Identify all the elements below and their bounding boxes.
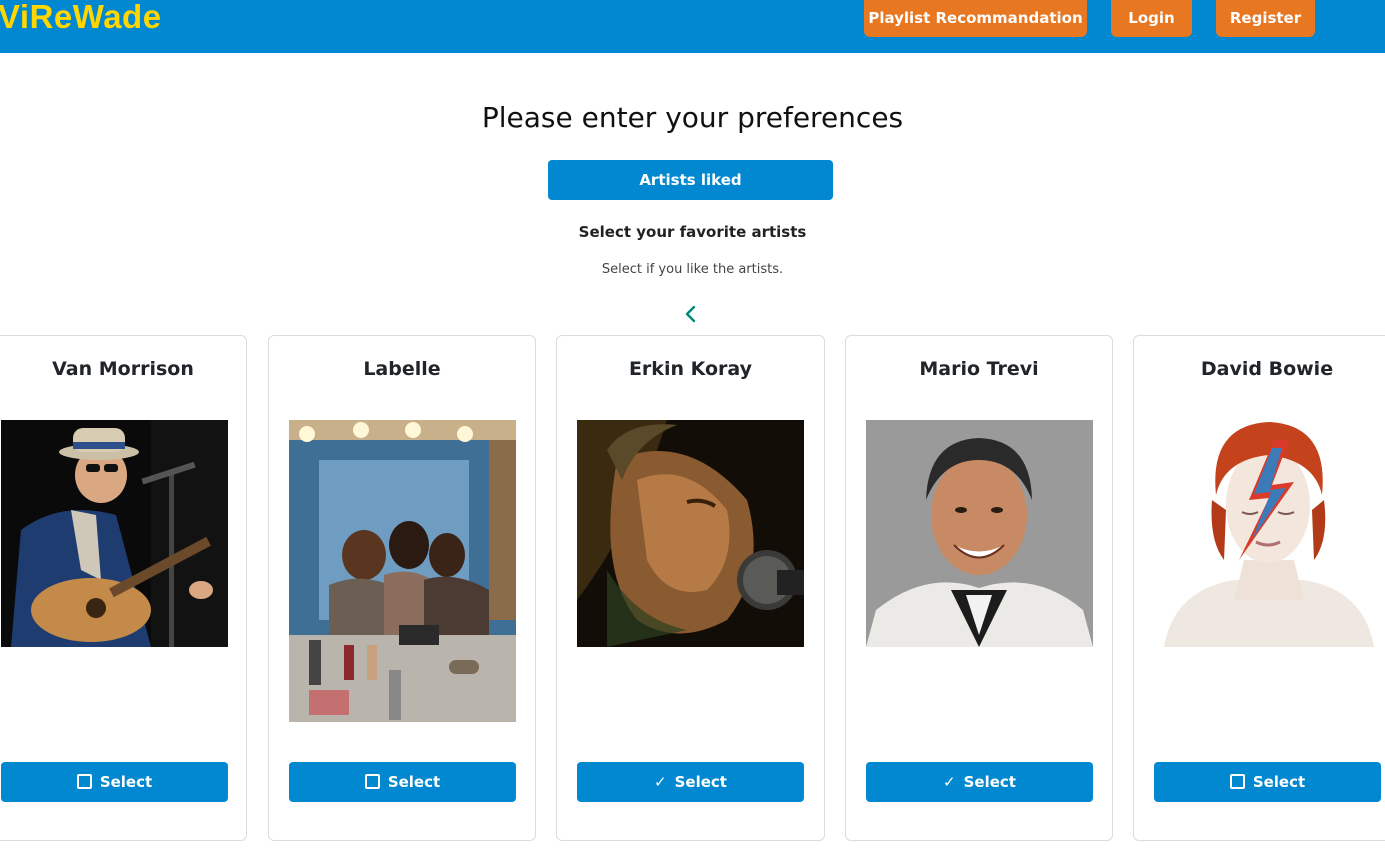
artist-name: Erkin Koray bbox=[628, 358, 753, 380]
artist-card: David Bowie Select bbox=[1133, 335, 1385, 841]
artist-card: Van Morrison Select bbox=[0, 335, 247, 841]
artists-liked-button[interactable]: Artists liked bbox=[548, 160, 833, 200]
register-button[interactable]: Register bbox=[1216, 0, 1315, 37]
artist-photo bbox=[577, 420, 804, 647]
checkbox-empty-icon bbox=[364, 774, 380, 789]
checkbox-empty-icon bbox=[1229, 774, 1245, 789]
select-artist-button[interactable]: Select bbox=[289, 762, 516, 802]
artist-photo bbox=[866, 420, 1093, 647]
checkmark-icon: ✓ bbox=[943, 773, 956, 791]
checkbox-empty-icon bbox=[76, 774, 92, 789]
top-navbar: ViReWade Playlist Recommandation Login R… bbox=[0, 0, 1385, 53]
artist-photo bbox=[1154, 420, 1381, 647]
page-title: Please enter your preferences bbox=[481, 101, 904, 134]
chevron-left-icon[interactable] bbox=[682, 304, 700, 324]
artist-card: Labelle Select bbox=[268, 335, 536, 841]
playlist-recommendation-button[interactable]: Playlist Recommandation bbox=[864, 0, 1087, 37]
checkmark-icon: ✓ bbox=[654, 773, 667, 791]
brand-logo[interactable]: ViReWade bbox=[0, 0, 162, 36]
section-heading: Select your favorite artists bbox=[578, 223, 807, 241]
artist-photo bbox=[1, 420, 228, 647]
artist-name: Labelle bbox=[363, 358, 441, 380]
artist-name: David Bowie bbox=[1200, 358, 1334, 380]
section-subtitle: Select if you like the artists. bbox=[601, 262, 784, 277]
select-artist-button[interactable]: Select bbox=[1154, 762, 1381, 802]
select-artist-button[interactable]: ✓ Select bbox=[577, 762, 804, 802]
select-artist-button[interactable]: Select bbox=[1, 762, 228, 802]
artist-name: Van Morrison bbox=[52, 358, 194, 380]
select-artist-button[interactable]: ✓ Select bbox=[866, 762, 1093, 802]
artist-photo bbox=[289, 420, 516, 722]
artist-card: Erkin Koray ✓ Select bbox=[556, 335, 825, 841]
artist-name: Mario Trevi bbox=[919, 358, 1039, 380]
login-button[interactable]: Login bbox=[1111, 0, 1192, 37]
artist-card: Mario Trevi ✓ Select bbox=[845, 335, 1113, 841]
